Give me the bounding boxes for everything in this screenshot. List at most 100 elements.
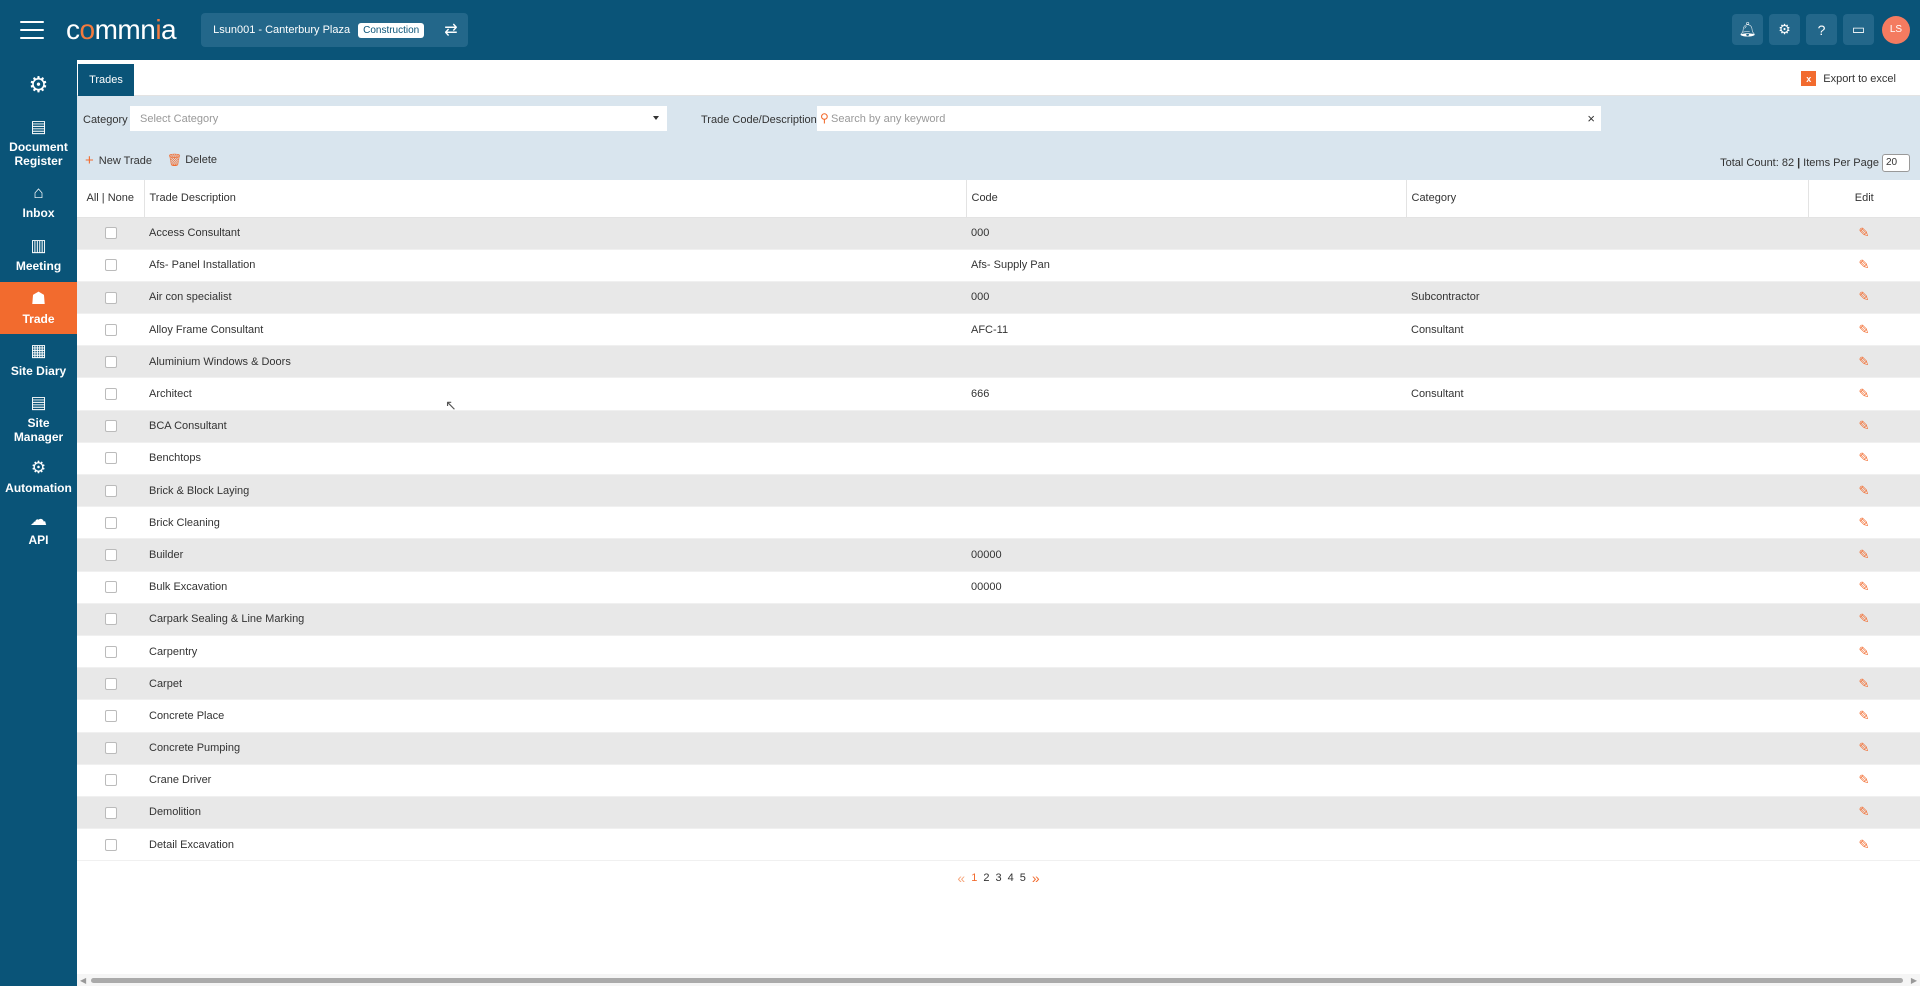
- row-checkbox[interactable]: [104, 516, 117, 529]
- edit-pencil-icon[interactable]: ✎: [1859, 804, 1870, 819]
- edit-pencil-icon[interactable]: ✎: [1859, 386, 1870, 401]
- row-checkbox[interactable]: [104, 484, 117, 497]
- export-label: Export to excel: [1823, 72, 1896, 85]
- project-selector[interactable]: Lsun001 - Canterbury Plaza Construction …: [201, 13, 468, 47]
- edit-pencil-icon[interactable]: ✎: [1859, 837, 1870, 852]
- edit-pencil-icon[interactable]: ✎: [1859, 708, 1870, 723]
- trade-code-cell: [966, 635, 1406, 669]
- edit-pencil-icon[interactable]: ✎: [1859, 644, 1870, 659]
- edit-pencil-icon[interactable]: ✎: [1859, 515, 1870, 530]
- avatar[interactable]: LS: [1882, 15, 1910, 44]
- sidebar-item-site-diary[interactable]: ▦ Site Diary: [0, 334, 77, 386]
- category-select[interactable]: Select Category: [130, 106, 667, 131]
- select-all-none-header[interactable]: All | None: [77, 180, 145, 218]
- sidebar-item-label: Automation: [5, 481, 72, 495]
- edit-pencil-icon[interactable]: ✎: [1859, 772, 1870, 787]
- edit-pencil-icon[interactable]: ✎: [1859, 225, 1870, 240]
- edit-pencil-icon[interactable]: ✎: [1859, 354, 1870, 369]
- help-icon[interactable]: ?: [1806, 14, 1837, 45]
- table-row: Concrete Place ✎: [77, 699, 1920, 733]
- edit-pencil-icon[interactable]: ✎: [1859, 676, 1870, 691]
- scroll-right-icon[interactable]: ▶: [1911, 976, 1917, 985]
- tab-trades[interactable]: Trades: [78, 64, 134, 96]
- row-checkbox-cell: [77, 764, 144, 797]
- edit-pencil-icon[interactable]: ✎: [1859, 289, 1870, 304]
- sidebar-item-document-register[interactable]: ▤ Document Register: [0, 110, 77, 176]
- close-icon[interactable]: ×: [1587, 111, 1595, 126]
- sidebar-item-api[interactable]: ☁ API: [0, 502, 77, 556]
- row-checkbox[interactable]: [104, 709, 117, 722]
- row-checkbox[interactable]: [104, 806, 117, 819]
- column-header-description[interactable]: Trade Description: [144, 180, 966, 218]
- edit-cell: ✎: [1808, 635, 1920, 669]
- sidebar-item-label: Meeting: [15, 259, 62, 273]
- sidebar-item-inbox[interactable]: ⌂ Inbox: [0, 176, 77, 228]
- page-4-button[interactable]: 4: [1008, 872, 1014, 884]
- row-checkbox[interactable]: [104, 838, 117, 851]
- hamburger-menu-icon[interactable]: [20, 21, 44, 39]
- trade-description-cell: Carpark Sealing & Line Marking: [144, 603, 966, 636]
- last-page-button[interactable]: »: [1032, 870, 1040, 886]
- items-per-page-stepper[interactable]: 20: [1882, 154, 1910, 172]
- row-checkbox[interactable]: [104, 774, 117, 787]
- trade-description-cell: Concrete Place: [144, 699, 966, 733]
- delete-button[interactable]: 🗑︎ Delete: [167, 153, 217, 167]
- row-checkbox[interactable]: [104, 452, 117, 465]
- page-3-button[interactable]: 3: [995, 872, 1001, 884]
- scroll-left-icon[interactable]: ◀: [80, 976, 86, 985]
- delete-label: Delete: [185, 154, 218, 166]
- row-checkbox[interactable]: [104, 227, 117, 240]
- column-header-code[interactable]: Code: [965, 180, 1406, 218]
- row-checkbox[interactable]: [104, 645, 117, 658]
- edit-pencil-icon[interactable]: ✎: [1859, 483, 1870, 498]
- trade-code-cell: [966, 345, 1406, 379]
- swap-icon[interactable]: ⇄: [444, 20, 457, 40]
- settings-icon[interactable]: ⚙: [1769, 14, 1800, 45]
- table-row: Detail Excavation ✎: [77, 828, 1920, 862]
- edit-pencil-icon[interactable]: ✎: [1859, 450, 1870, 465]
- row-checkbox[interactable]: [104, 291, 117, 304]
- row-checkbox[interactable]: [104, 388, 117, 401]
- scrollbar-thumb[interactable]: [91, 978, 1903, 983]
- logo-text: mmn: [94, 14, 156, 45]
- row-checkbox[interactable]: [104, 581, 117, 594]
- row-checkbox[interactable]: [104, 259, 117, 272]
- edit-pencil-icon[interactable]: ✎: [1859, 740, 1870, 755]
- trade-category-cell: [1406, 571, 1808, 604]
- bell-icon[interactable]: 🔔︎: [1732, 14, 1763, 45]
- page-2-button[interactable]: 2: [983, 872, 989, 884]
- page-5-button[interactable]: 5: [1020, 872, 1026, 884]
- edit-pencil-icon[interactable]: ✎: [1859, 257, 1870, 272]
- inbox-icon: ⌂: [33, 183, 44, 202]
- new-trade-button[interactable]: + New Trade: [85, 152, 152, 169]
- sidebar-item-meeting[interactable]: ▥ Meeting: [0, 228, 77, 282]
- row-checkbox[interactable]: [104, 677, 117, 690]
- edit-pencil-icon[interactable]: ✎: [1859, 322, 1870, 337]
- column-header-category[interactable]: Category: [1405, 180, 1808, 218]
- row-checkbox[interactable]: [104, 742, 117, 755]
- logo-text: c: [66, 14, 80, 45]
- row-checkbox[interactable]: [104, 420, 117, 433]
- row-checkbox[interactable]: [104, 613, 117, 626]
- sidebar-item-trade[interactable]: ☗ Trade: [0, 282, 77, 334]
- row-checkbox[interactable]: [104, 549, 117, 562]
- logo[interactable]: c o mmn i a: [66, 14, 177, 46]
- chat-icon[interactable]: ▭: [1843, 14, 1874, 45]
- sidebar-item-automation[interactable]: ⚙ Automation: [0, 452, 77, 502]
- row-checkbox[interactable]: [104, 323, 117, 336]
- sidebar-item-site-manager[interactable]: ▤ Site Manager: [0, 386, 77, 452]
- edit-pencil-icon[interactable]: ✎: [1859, 418, 1870, 433]
- sidebar-item-label: Site: [27, 416, 50, 430]
- row-checkbox[interactable]: [104, 355, 117, 368]
- settings-gear-icon[interactable]: ⚙: [0, 60, 77, 110]
- export-excel-button[interactable]: x Export to excel: [1801, 71, 1896, 86]
- edit-pencil-icon[interactable]: ✎: [1859, 611, 1870, 626]
- table-row: BCA Consultant ✎: [77, 410, 1920, 443]
- page-1-button[interactable]: 1: [971, 872, 977, 884]
- table-row: Brick & Block Laying ✎: [77, 474, 1920, 508]
- horizontal-scrollbar[interactable]: ◀ ▶: [77, 974, 1920, 986]
- edit-pencil-icon[interactable]: ✎: [1859, 547, 1870, 562]
- edit-pencil-icon[interactable]: ✎: [1859, 579, 1870, 594]
- search-input[interactable]: ⚲ Search by any keyword ×: [817, 106, 1601, 131]
- first-page-button[interactable]: «: [957, 870, 965, 886]
